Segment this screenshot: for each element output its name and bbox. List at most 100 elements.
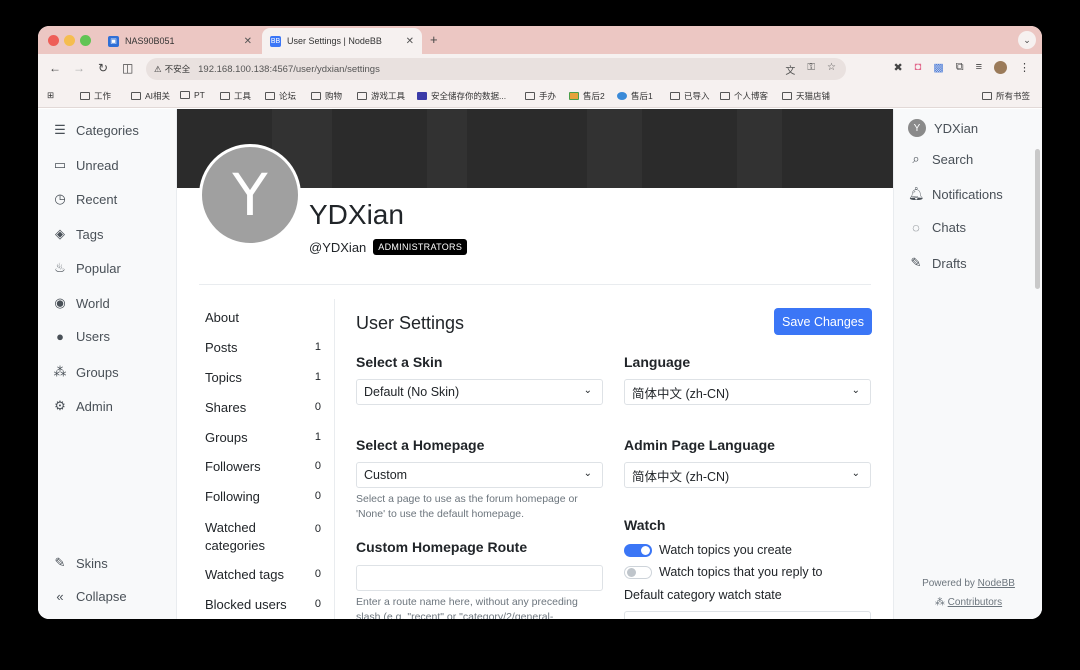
- extension-icon[interactable]: ✖: [893, 61, 902, 74]
- sidebar-item-label: Popular: [76, 260, 121, 276]
- folder-icon: [982, 92, 992, 100]
- back-arrow-icon[interactable]: ←: [49, 61, 61, 75]
- select-value: 简体中文 (zh-CN): [632, 469, 730, 484]
- bookmark-folder[interactable]: 购物: [311, 90, 342, 102]
- new-tab-button[interactable]: +: [430, 32, 438, 47]
- apps-grid-icon[interactable]: ⊞: [47, 90, 54, 101]
- sidebar-item-tags[interactable]: ◈ Tags: [52, 226, 103, 242]
- tab-strip: ▣ NAS90B051 ✕ BB User Settings | NodeBB …: [38, 26, 1042, 54]
- tab-user-settings[interactable]: BB User Settings | NodeBB ✕: [262, 28, 422, 54]
- password-key-icon[interactable]: ⚿: [807, 62, 815, 77]
- profile-nav-groups[interactable]: Groups 1: [205, 430, 321, 445]
- sidebar-item-world[interactable]: ◉ World: [52, 295, 109, 311]
- all-bookmarks-folder[interactable]: 所有书签: [982, 90, 1030, 102]
- profile-nav-following[interactable]: Following 0: [205, 489, 321, 504]
- nav-chats[interactable]: ◌ Chats: [908, 220, 966, 235]
- bookmark-folder[interactable]: 工具: [220, 90, 251, 102]
- collapse-button[interactable]: « Collapse: [52, 589, 127, 604]
- admin-language-select[interactable]: 简体中文 (zh-CN) ⌄: [624, 462, 871, 488]
- close-tab-icon[interactable]: ✕: [244, 36, 252, 47]
- extension-icon[interactable]: ◘: [915, 61, 922, 74]
- bookmark-folder[interactable]: 天猫店铺: [782, 90, 830, 102]
- bookmark-folder[interactable]: 工作: [80, 90, 111, 102]
- profile-nav-blocked-users[interactable]: Blocked users 0: [205, 597, 321, 612]
- profile-nav-shares[interactable]: Shares 0: [205, 400, 321, 415]
- profile-nav-topics[interactable]: Topics 1: [205, 370, 321, 385]
- bookmark-folder[interactable]: 已导入: [670, 90, 710, 102]
- default-watch-select[interactable]: [624, 611, 871, 619]
- nav-search[interactable]: ⌕ Search: [908, 151, 973, 167]
- profile-avatar-icon[interactable]: [994, 61, 1007, 74]
- bookmark-folder[interactable]: 手办: [525, 90, 556, 102]
- paintbrush-icon: ✎: [54, 555, 66, 570]
- bookmark-link[interactable]: 安全储存你的数据...: [417, 90, 506, 102]
- sidebar-item-categories[interactable]: ☰ Categories: [52, 122, 139, 138]
- profile-nav-about[interactable]: About: [205, 310, 321, 325]
- tab-title: User Settings | NodeBB: [287, 36, 382, 46]
- insecure-indicator[interactable]: ⚠ 不安全: [154, 63, 190, 75]
- user-menu[interactable]: Y YDXian: [908, 119, 978, 137]
- group-badge[interactable]: ADMINISTRATORS: [373, 239, 468, 255]
- profile-nav-watched-tags[interactable]: Watched tags 0: [205, 567, 321, 582]
- address-bar[interactable]: ⚠ 不安全 192.168.100.138:4567/user/ydxian/s…: [146, 58, 846, 80]
- profile-avatar[interactable]: Y: [199, 144, 301, 246]
- bookmark-folder[interactable]: 个人博客: [720, 90, 768, 102]
- sidebar-item-label: Groups: [76, 364, 119, 380]
- folder-icon: [670, 92, 680, 100]
- bookmark-label: 已导入: [684, 91, 710, 101]
- nodebb-link[interactable]: NodeBB: [978, 578, 1015, 589]
- sidebar-item-users[interactable]: ● Users: [52, 329, 110, 344]
- sidebar-item-groups[interactable]: ⁂ Groups: [52, 364, 119, 380]
- contributors-link[interactable]: Contributors: [948, 597, 1002, 608]
- close-tab-icon[interactable]: ✕: [406, 36, 414, 47]
- scrollbar[interactable]: [1035, 149, 1040, 289]
- select-value: Custom: [364, 468, 408, 482]
- reload-icon[interactable]: ↻: [98, 61, 108, 75]
- skin-select[interactable]: Default (No Skin) ⌄: [356, 379, 603, 405]
- profile-nav-posts[interactable]: Posts 1: [205, 340, 321, 355]
- reading-list-icon[interactable]: ≡: [976, 61, 982, 74]
- homepage-route-input[interactable]: [356, 565, 603, 591]
- bookmark-label: 售后2: [583, 91, 605, 101]
- watch-label: Watch: [624, 517, 666, 533]
- minimize-window-button[interactable]: [64, 35, 75, 46]
- watch-create-toggle[interactable]: [624, 543, 652, 557]
- tab-nas[interactable]: ▣ NAS90B051 ✕: [100, 28, 260, 54]
- sidebar-item-label: Unread: [76, 157, 119, 173]
- puzzle-extensions-icon[interactable]: ⧉: [956, 61, 964, 74]
- bookmark-folder[interactable]: PT: [180, 90, 205, 100]
- homepage-select[interactable]: Custom ⌄: [356, 462, 603, 488]
- bookmark-folder[interactable]: 游戏工具: [357, 90, 405, 102]
- bookmark-folder[interactable]: AI相关: [131, 90, 170, 102]
- forward-arrow-icon[interactable]: →: [73, 61, 85, 75]
- close-window-button[interactable]: [48, 35, 59, 46]
- bookmark-label: 工具: [234, 91, 252, 101]
- skins-button[interactable]: ✎ Skins: [52, 555, 108, 571]
- translate-icon[interactable]: 文: [785, 62, 795, 77]
- nav-drafts[interactable]: ✎ Drafts: [908, 255, 967, 271]
- sidebar-item-unread[interactable]: ▭ Unread: [52, 157, 119, 173]
- bookmark-link[interactable]: 售后1: [617, 90, 653, 102]
- bookmark-link[interactable]: 售后2: [569, 90, 605, 102]
- sidebar-item-recent[interactable]: ◷ Recent: [52, 191, 117, 207]
- profile-handle: @YDXian ADMINISTRATORS: [309, 239, 468, 255]
- extension-icon[interactable]: ▩: [933, 61, 943, 74]
- sidebar-item-admin[interactable]: ⚙ Admin: [52, 398, 113, 414]
- bell-icon: 🔔︎: [908, 186, 925, 201]
- bookmark-star-icon[interactable]: ☆: [827, 62, 836, 77]
- profile-nav-watched-categories[interactable]: Watched categories 0: [205, 519, 321, 555]
- profile-nav-followers[interactable]: Followers 0: [205, 459, 321, 474]
- tab-search-chevron-icon[interactable]: ⌄: [1018, 31, 1036, 49]
- sidebar-item-label: Collapse: [76, 589, 127, 604]
- language-select[interactable]: 简体中文 (zh-CN) ⌄: [624, 379, 871, 405]
- sidebar-toggle-icon[interactable]: ◫: [122, 61, 133, 75]
- bookmark-folder[interactable]: 论坛: [265, 90, 296, 102]
- save-changes-button[interactable]: Save Changes: [774, 308, 872, 335]
- watch-reply-toggle[interactable]: [624, 565, 652, 579]
- sidebar-item-popular[interactable]: ♨ Popular: [52, 260, 121, 276]
- more-menu-icon[interactable]: ⋮: [1019, 61, 1030, 74]
- zoom-window-button[interactable]: [80, 35, 91, 46]
- skin-label: Select a Skin: [356, 354, 443, 370]
- profile-nav-count: 0: [314, 490, 321, 502]
- nav-notifications[interactable]: 🔔︎ Notifications: [908, 186, 1003, 202]
